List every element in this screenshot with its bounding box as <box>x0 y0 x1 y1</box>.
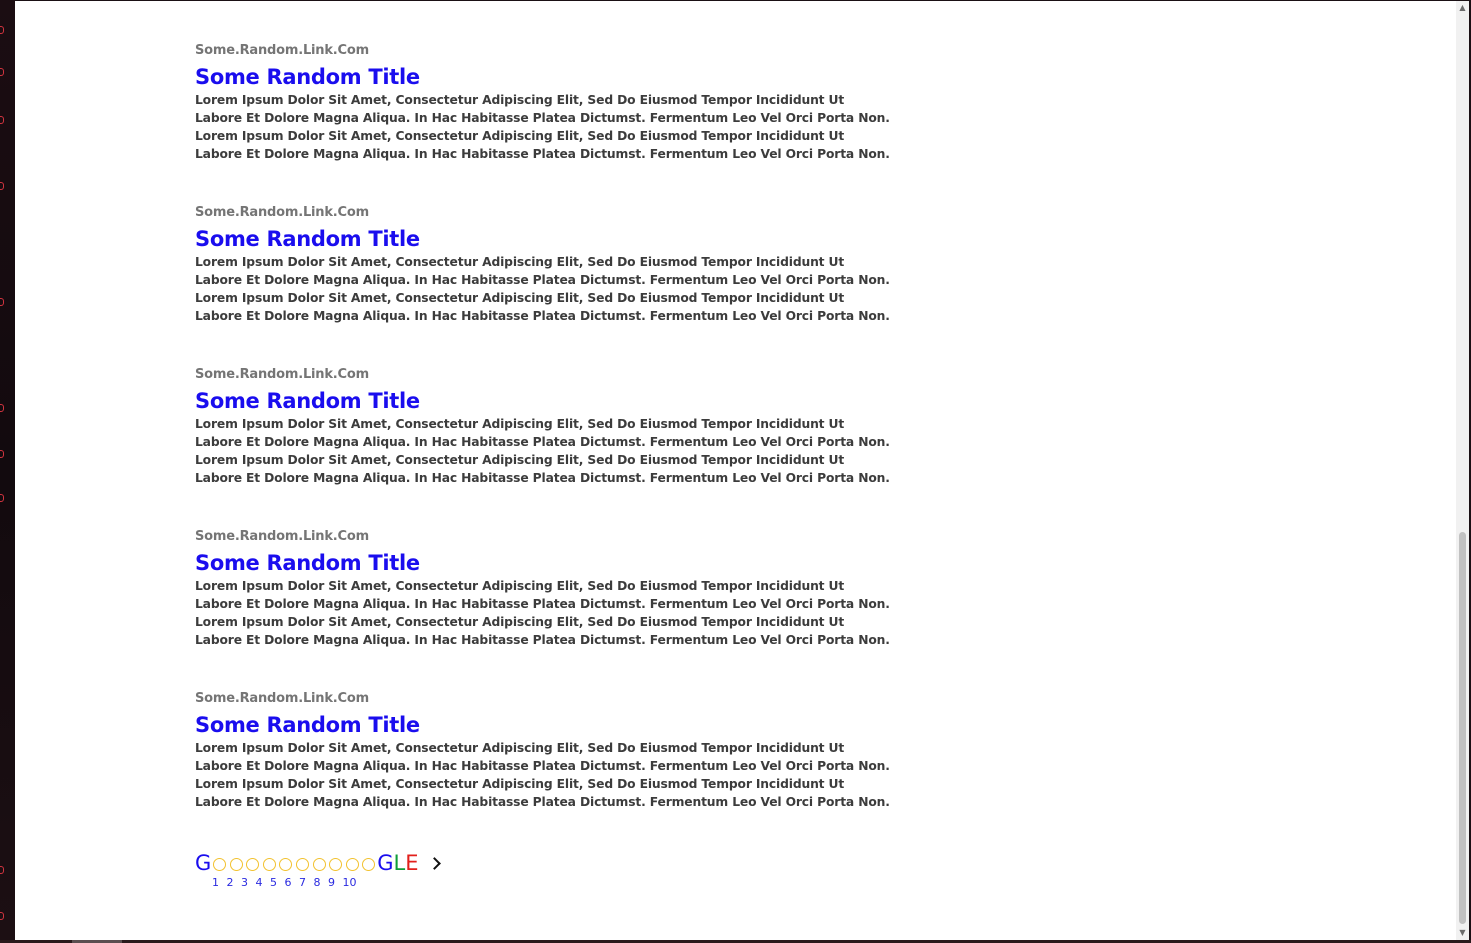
browser-viewport: Some.Random.Link.Com Some Random Title L… <box>15 1 1469 940</box>
logo-o-ring <box>345 857 359 871</box>
search-result: Some.Random.Link.Com Some Random Title L… <box>195 43 895 205</box>
logo-letter-g: G <box>195 851 212 875</box>
search-result: Some.Random.Link.Com Some Random Title L… <box>195 529 895 691</box>
desktop-icon-fragment <box>0 912 4 920</box>
page-link-8[interactable]: 8 <box>314 876 321 890</box>
pagination-logo: G G L E <box>195 851 442 875</box>
logo-o-ring <box>229 857 243 871</box>
result-title-link[interactable]: Some Random Title <box>195 550 895 576</box>
result-title-link[interactable]: Some Random Title <box>195 712 895 738</box>
result-snippet: Lorem Ipsum Dolor Sit Amet, Consectetur … <box>195 579 890 647</box>
desktop-icon-fragment <box>0 26 4 34</box>
desktop-icon-fragment <box>0 298 4 306</box>
logo-o-ring <box>246 857 260 871</box>
page-link-7[interactable]: 7 <box>299 876 306 890</box>
page-link-9[interactable]: 9 <box>328 876 335 890</box>
pagination: G G L E 1 2 3 4 5 6 7 8 9 10 <box>195 851 442 890</box>
search-results-list: Some.Random.Link.Com Some Random Title L… <box>195 43 895 853</box>
scroll-down-arrow-icon[interactable]: ▼ <box>1456 926 1469 940</box>
logo-letter-l: L <box>393 851 406 875</box>
result-snippet: Lorem Ipsum Dolor Sit Amet, Consectetur … <box>195 93 890 161</box>
desktop-icon-fragment <box>0 182 4 190</box>
search-result: Some.Random.Link.Com Some Random Title L… <box>195 205 895 367</box>
result-snippet: Lorem Ipsum Dolor Sit Amet, Consectetur … <box>195 417 890 485</box>
desktop-icon-fragment <box>0 68 4 76</box>
search-result: Some.Random.Link.Com Some Random Title L… <box>195 367 895 529</box>
logo-o-rings <box>211 854 377 873</box>
result-title-link[interactable]: Some Random Title <box>195 388 895 414</box>
desktop-background-strip <box>0 0 15 943</box>
logo-o-ring <box>262 857 276 871</box>
logo-o-ring <box>279 857 293 871</box>
result-url: Some.Random.Link.Com <box>195 43 369 58</box>
scrollbar-thumb[interactable] <box>1459 532 1466 924</box>
vertical-scrollbar[interactable]: ▲ ▼ <box>1456 1 1469 940</box>
page-link-10[interactable]: 10 <box>343 876 357 890</box>
scroll-up-arrow-icon[interactable]: ▲ <box>1456 1 1469 15</box>
page-link-1[interactable]: 1 <box>212 876 219 890</box>
result-url: Some.Random.Link.Com <box>195 529 369 544</box>
page-number-list: 1 2 3 4 5 6 7 8 9 10 <box>195 876 442 890</box>
desktop-icon-fragment <box>0 450 4 458</box>
logo-o-ring <box>362 857 376 871</box>
page-link-5[interactable]: 5 <box>270 876 277 890</box>
result-snippet: Lorem Ipsum Dolor Sit Amet, Consectetur … <box>195 255 890 323</box>
page-link-3[interactable]: 3 <box>241 876 248 890</box>
logo-o-ring <box>296 857 310 871</box>
logo-o-ring <box>312 857 326 871</box>
search-result: Some.Random.Link.Com Some Random Title L… <box>195 691 895 853</box>
desktop-icon-fragment <box>0 494 4 502</box>
result-snippet: Lorem Ipsum Dolor Sit Amet, Consectetur … <box>195 741 890 809</box>
page-link-4[interactable]: 4 <box>256 876 263 890</box>
result-title-link[interactable]: Some Random Title <box>195 226 895 252</box>
result-url: Some.Random.Link.Com <box>195 367 369 382</box>
chevron-right-icon[interactable] <box>428 856 442 870</box>
logo-o-ring <box>329 857 343 871</box>
logo-letter-e: E <box>405 851 419 875</box>
result-url: Some.Random.Link.Com <box>195 691 369 706</box>
desktop-icon-fragment <box>0 404 4 412</box>
logo-o-ring <box>213 857 227 871</box>
desktop-icon-fragment <box>0 866 4 874</box>
page-link-2[interactable]: 2 <box>227 876 234 890</box>
result-url: Some.Random.Link.Com <box>195 205 369 220</box>
result-title-link[interactable]: Some Random Title <box>195 64 895 90</box>
page-link-6[interactable]: 6 <box>285 876 292 890</box>
logo-letter-g: G <box>377 851 394 875</box>
desktop-icon-fragment <box>0 116 4 124</box>
